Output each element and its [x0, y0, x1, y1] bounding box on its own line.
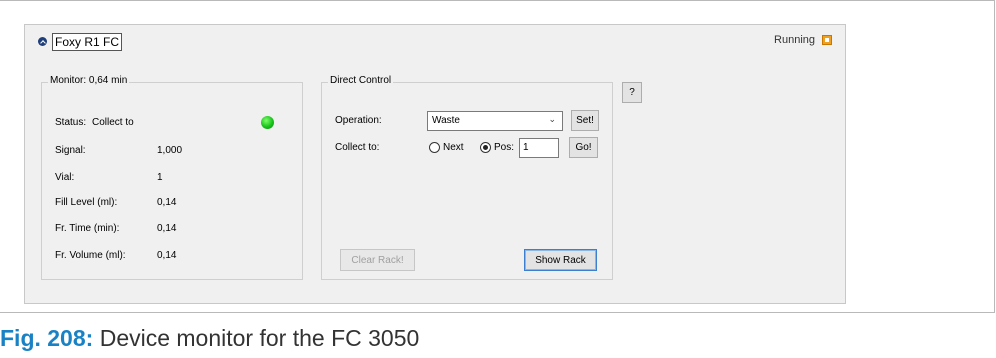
run-status-text: Running	[774, 34, 815, 46]
clear-rack-button[interactable]: Clear Rack!	[340, 249, 415, 271]
help-button[interactable]: ?	[622, 82, 642, 103]
figure-number: Fig. 208:	[0, 325, 94, 351]
fraction-volume-value: 0,14	[157, 250, 177, 261]
direct-control-title: Direct Control	[328, 75, 394, 86]
status-led-icon	[261, 116, 274, 129]
set-button[interactable]: Set!	[571, 110, 599, 131]
figure-caption-text: Device monitor for the FC 3050	[99, 325, 420, 351]
vial-value: 1	[157, 172, 163, 183]
collect-to-label: Collect to:	[335, 142, 380, 153]
monitor-group: Monitor: 0,64 min Status: Collect to Sig…	[41, 75, 303, 280]
operation-select[interactable]: Waste ⌄	[427, 111, 563, 131]
direct-control-group: Direct Control Operation: Waste ⌄ Set! C…	[321, 75, 613, 280]
go-button[interactable]: Go!	[569, 137, 598, 158]
status-label: Status:	[55, 117, 87, 128]
figure-caption: Fig. 208: Device monitor for the FC 3050	[0, 325, 419, 352]
device-title[interactable]: Foxy R1 FC	[52, 33, 123, 51]
fraction-volume-label: Fr. Volume (ml):	[55, 250, 126, 261]
position-input[interactable]: 1	[519, 138, 559, 158]
collapse-icon[interactable]	[38, 37, 47, 46]
next-radio[interactable]	[429, 142, 440, 153]
signal-label: Signal:	[55, 145, 86, 156]
signal-value: 1,000	[157, 145, 183, 156]
fraction-time-value: 0,14	[157, 223, 177, 234]
fraction-time-label: Fr. Time (min):	[55, 223, 120, 234]
vial-label: Vial:	[55, 172, 75, 183]
position-radio[interactable]	[480, 142, 491, 153]
operation-select-value: Waste	[432, 115, 460, 126]
chevron-down-icon: ⌄	[548, 114, 556, 124]
running-status-icon	[822, 35, 832, 45]
show-rack-button[interactable]: Show Rack	[524, 249, 597, 271]
status-value: Collect to	[92, 117, 134, 128]
position-label: Pos:	[494, 142, 515, 153]
device-monitor-panel: Foxy R1 FC Running Monitor: 0,64 min Sta…	[24, 24, 846, 304]
monitor-title: Monitor: 0,64 min	[48, 75, 130, 86]
fill-level-value: 0,14	[157, 197, 177, 208]
next-label: Next	[443, 142, 464, 153]
operation-label: Operation:	[335, 115, 382, 126]
fill-level-label: Fill Level (ml):	[55, 197, 118, 208]
